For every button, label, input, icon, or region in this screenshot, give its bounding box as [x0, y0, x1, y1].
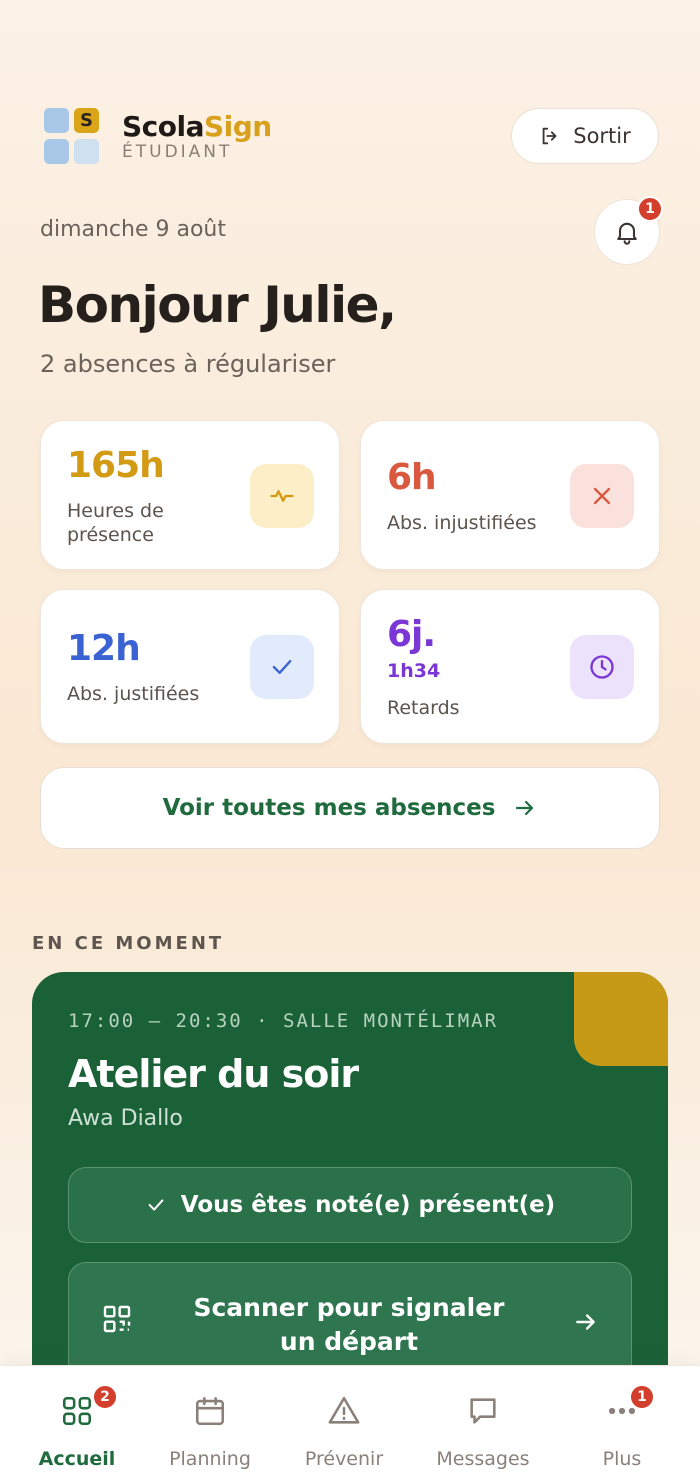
logo-square [44, 139, 69, 164]
check-icon [148, 1199, 164, 1211]
presence-status-button[interactable]: Vous êtes noté(e) présent(e) [68, 1167, 632, 1243]
current-date: dimanche 9 août [40, 217, 227, 242]
session-meta: 17:00 — 20:30 · SALLE MONTÉLIMAR [68, 1010, 499, 1032]
nav-label: Plus [602, 1448, 642, 1470]
brand-name-part2: Sign [204, 110, 272, 143]
brand-name: ScolaSign [122, 110, 272, 143]
stat-value: 6h [387, 457, 437, 498]
nav-item-prevenir[interactable]: Prévenir [279, 1366, 409, 1481]
stat-card-justified[interactable]: 12h Abs. justifiées [40, 589, 340, 744]
view-all-label: Voir toutes mes absences [162, 795, 496, 821]
nav-badge: 2 [92, 1384, 118, 1410]
nav-item-plus[interactable]: 1 Plus [557, 1366, 687, 1481]
session-teacher: Awa Diallo [68, 1106, 183, 1131]
nav-label: Prévenir [304, 1448, 384, 1470]
logo-square [44, 108, 69, 133]
close-icon [570, 464, 634, 528]
view-all-absences-button[interactable]: Voir toutes mes absences [40, 767, 660, 849]
stat-label: Abs. injustifiées [387, 512, 537, 534]
nav-label: Planning [169, 1448, 251, 1470]
stat-card-presence[interactable]: 165h Heures de présence [40, 420, 340, 570]
nav-item-messages[interactable]: Messages [418, 1366, 548, 1481]
bottom-nav: 2 Accueil Planning Prévenir Messages 1 P… [0, 1365, 700, 1481]
nav-badge: 1 [629, 1384, 655, 1410]
logout-icon [542, 127, 557, 145]
message-icon [470, 1398, 496, 1424]
logo-letter: S [74, 108, 99, 133]
check-icon [250, 635, 314, 699]
nav-item-planning[interactable]: Planning [145, 1366, 275, 1481]
app-logo: S [44, 108, 100, 164]
scan-departure-label: Scanner pour signaler un départ [193, 1293, 505, 1356]
stat-label: Retards [387, 697, 460, 719]
session-title: Atelier du soir [68, 1052, 359, 1096]
logo-square [74, 139, 99, 164]
activity-icon [250, 464, 314, 528]
nav-label: Messages [436, 1448, 530, 1470]
qr-code-icon [103, 1305, 131, 1333]
logout-label: Sortir [573, 124, 631, 148]
bell-icon [617, 222, 637, 245]
arrow-right-icon [576, 1314, 595, 1330]
section-title: EN CE MOMENT [32, 933, 225, 954]
stat-value: 165h [67, 445, 165, 486]
decorative-corner [574, 972, 668, 1066]
notification-badge: 1 [637, 196, 663, 222]
brand-subtitle: ÉTUDIANT [122, 142, 233, 162]
stat-value: 12h [67, 628, 141, 669]
greeting-title: Bonjour Julie, [38, 276, 397, 334]
calendar-icon [195, 1396, 225, 1426]
brand: ScolaSign ÉTUDIANT [122, 110, 272, 162]
stat-card-delays[interactable]: 6j. 1h34 Retards [360, 589, 660, 744]
current-session-card: 17:00 — 20:30 · SALLE MONTÉLIMAR Atelier… [32, 972, 668, 1392]
greeting-subtitle: 2 absences à régulariser [40, 350, 336, 378]
stat-label: Heures de présence [67, 499, 164, 547]
notifications-button[interactable]: 1 [594, 196, 663, 265]
stat-label-line: présence [67, 524, 154, 546]
brand-name-part1: Scola [122, 110, 205, 143]
nav-item-accueil[interactable]: 2 Accueil [12, 1366, 142, 1481]
clock-icon [570, 635, 634, 699]
logout-button[interactable]: Sortir [511, 108, 659, 164]
stat-label: Abs. justifiées [67, 683, 200, 705]
nav-label: Accueil [38, 1448, 116, 1470]
arrow-right-icon [516, 800, 534, 816]
stat-value: 6j. [387, 614, 436, 655]
warning-icon [328, 1396, 360, 1424]
grid-icon [62, 1396, 92, 1426]
stat-card-unjustified[interactable]: 6h Abs. injustifiées [360, 420, 660, 570]
stat-label-line: Heures de [67, 500, 164, 522]
stat-subvalue: 1h34 [387, 660, 441, 682]
presence-status-label: Vous êtes noté(e) présent(e) [180, 1192, 556, 1218]
